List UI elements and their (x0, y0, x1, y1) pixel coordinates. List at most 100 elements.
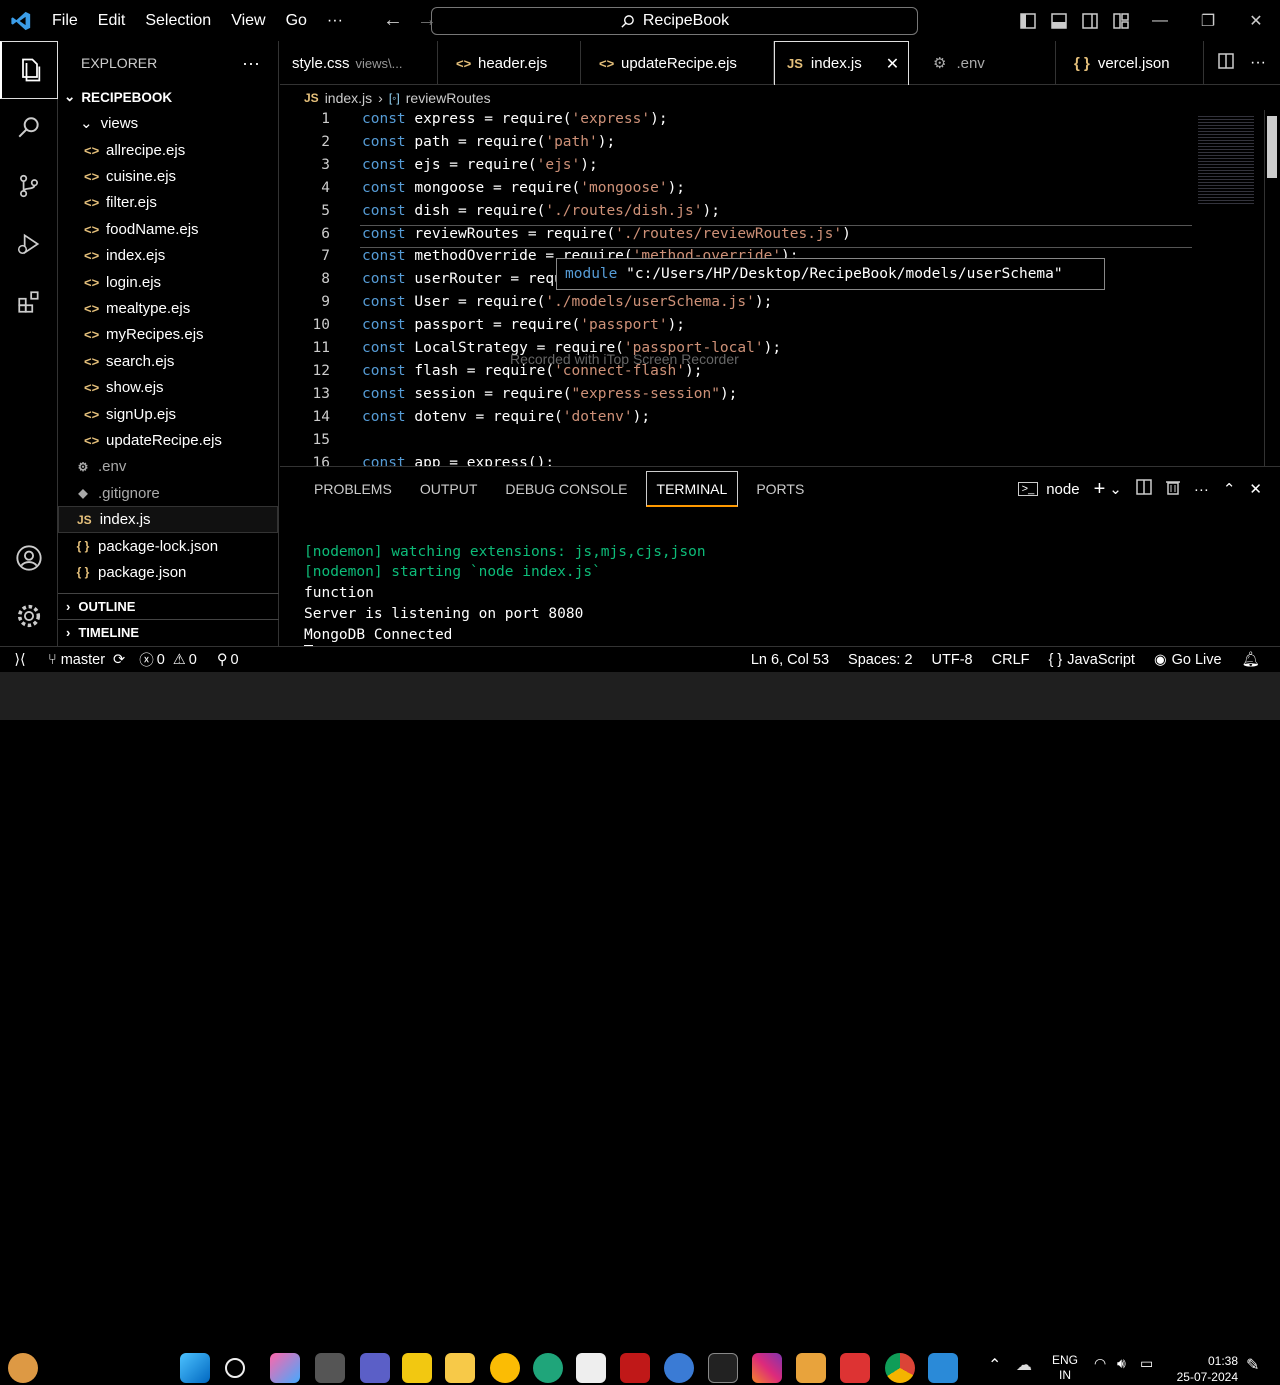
cursor-position[interactable]: Ln 6, Col 53 (751, 652, 829, 668)
file-item[interactable]: { } package-lock.json (58, 533, 278, 559)
gear-icon[interactable] (0, 587, 58, 645)
language-mode[interactable]: JavaScript (1067, 652, 1135, 668)
line-ending[interactable]: CRLF (992, 652, 1030, 668)
app-icon[interactable] (796, 1353, 826, 1383)
customize-layout-icon[interactable] (1105, 0, 1136, 41)
onedrive-icon[interactable]: ☁ (1016, 1355, 1032, 1375)
menu-view[interactable]: View (221, 12, 275, 30)
back-arrow-icon[interactable]: ← (383, 9, 403, 32)
store-icon[interactable] (576, 1353, 606, 1383)
file-item[interactable]: { } package.json (58, 559, 278, 585)
app-icon[interactable] (708, 1353, 738, 1383)
copilot-icon[interactable] (270, 1353, 300, 1383)
file-item[interactable]: JS index.js (58, 506, 278, 533)
terminal-shell-label[interactable]: node (1046, 481, 1079, 498)
file-item[interactable]: <> show.ejs (58, 375, 278, 401)
timeline-section[interactable]: › TIMELINE (58, 619, 279, 645)
minimap[interactable] (1198, 114, 1254, 204)
explorer-icon[interactable] (0, 41, 58, 99)
file-item[interactable]: <> signUp.ejs (58, 401, 278, 427)
file-item[interactable]: <> allrecipe.ejs (58, 137, 278, 163)
indentation[interactable]: Spaces: 2 (848, 652, 913, 668)
editor-scrollbar[interactable] (1264, 110, 1278, 466)
menu-file[interactable]: File (42, 12, 88, 30)
folder-views[interactable]: ⌄ views (58, 109, 278, 137)
go-live-button[interactable]: Go Live (1172, 652, 1222, 668)
chevron-down-icon[interactable]: ⌄ (1109, 480, 1122, 498)
error-count[interactable]: 0 (157, 652, 165, 668)
close-panel-icon[interactable]: ✕ (1249, 480, 1262, 498)
new-terminal-icon[interactable]: + (1094, 478, 1106, 501)
tab-header-ejs[interactable]: <> header.ejs (438, 41, 581, 85)
split-editor-icon[interactable] (1218, 53, 1234, 73)
file-item[interactable]: ⚙ .env (58, 454, 278, 480)
outline-section[interactable]: › OUTLINE (58, 593, 279, 619)
branch-name[interactable]: master (61, 652, 105, 668)
task-view-icon[interactable] (315, 1353, 345, 1383)
close-icon[interactable]: ✕ (886, 54, 899, 74)
more-actions-icon[interactable]: ··· (1194, 481, 1209, 498)
file-item[interactable]: <> login.ejs (58, 269, 278, 295)
tab-vercel-json[interactable]: { } vercel.json (1056, 41, 1204, 85)
close-window-button[interactable]: ✕ (1232, 0, 1280, 41)
battery-icon[interactable]: ▭ (1140, 1355, 1153, 1372)
file-item[interactable]: <> foodName.ejs (58, 216, 278, 242)
vscode-taskbar-icon[interactable] (928, 1353, 958, 1383)
explorer-more-button[interactable]: ··· (242, 53, 260, 74)
tab-index-js[interactable]: JS index.js ✕ (774, 41, 909, 85)
ports-count[interactable]: 0 (230, 652, 238, 668)
command-center-search[interactable]: RecipeBook (431, 7, 918, 35)
weather-widget-icon[interactable] (8, 1353, 38, 1383)
tab-debug-console[interactable]: DEBUG CONSOLE (495, 467, 637, 511)
tab-style-css[interactable]: style.css views\... (280, 41, 438, 85)
chevron-up-icon[interactable]: ⌃ (988, 1355, 1001, 1375)
notes-icon[interactable] (402, 1353, 432, 1383)
chrome-canary-icon[interactable] (490, 1353, 520, 1383)
remote-icon[interactable]: ⟩⟨ (0, 652, 40, 668)
chrome-icon[interactable] (885, 1353, 915, 1383)
file-item[interactable]: <> cuisine.ejs (58, 163, 278, 189)
workspace-root[interactable]: ⌄ RECIPEBOOK (58, 85, 278, 109)
restore-button[interactable]: ❐ (1184, 0, 1232, 41)
file-explorer-icon[interactable] (445, 1353, 475, 1383)
maximize-panel-icon[interactable]: ⌃ (1223, 480, 1236, 498)
search-icon[interactable] (0, 99, 58, 157)
file-item[interactable]: ◆ .gitignore (58, 480, 278, 506)
menu-go[interactable]: Go (276, 12, 317, 30)
clock[interactable]: 01:38 25-07-2024 (1170, 1353, 1238, 1385)
tab-terminal[interactable]: TERMINAL (645, 471, 739, 507)
sync-icon[interactable]: ⟳ (113, 652, 125, 668)
instagram-icon[interactable] (752, 1353, 782, 1383)
tab-ports[interactable]: PORTS (746, 467, 814, 511)
start-button-icon[interactable] (180, 1353, 210, 1383)
tab-problems[interactable]: PROBLEMS (304, 467, 402, 511)
file-item[interactable]: <> search.ejs (58, 348, 278, 374)
menu-selection[interactable]: Selection (135, 12, 221, 30)
file-item[interactable]: <> index.ejs (58, 243, 278, 269)
screen-recorder-icon[interactable] (840, 1353, 870, 1383)
file-item[interactable]: <> updateRecipe.ejs (58, 427, 278, 453)
minimize-button[interactable]: — (1136, 0, 1184, 41)
tab-env[interactable]: ⚙ .env (909, 41, 1056, 85)
tab-output[interactable]: OUTPUT (410, 467, 488, 511)
app-icon[interactable] (664, 1353, 694, 1383)
warning-count[interactable]: 0 (189, 652, 197, 668)
menu-more[interactable]: ··· (317, 12, 353, 30)
more-actions-icon[interactable]: ··· (1250, 54, 1266, 72)
mcafee-icon[interactable] (620, 1353, 650, 1383)
notification-icon[interactable]: ✎ (1246, 1355, 1259, 1375)
menu-edit[interactable]: Edit (88, 12, 136, 30)
file-item[interactable]: <> myRecipes.ejs (58, 322, 278, 348)
tab-updaterecipe-ejs[interactable]: <> updateRecipe.ejs (581, 41, 774, 85)
file-item[interactable]: <> filter.ejs (58, 190, 278, 216)
trash-icon[interactable] (1165, 479, 1180, 499)
language-indicator[interactable]: ENG IN (1052, 1353, 1078, 1383)
volume-icon[interactable]: 🔊︎ (1117, 1355, 1126, 1372)
breadcrumb-file[interactable]: index.js (325, 90, 372, 106)
run-debug-icon[interactable] (0, 215, 58, 273)
toggle-sidebar-icon[interactable] (1012, 0, 1043, 41)
bell-icon[interactable]: 🔔︎ (1242, 651, 1260, 668)
teams-icon[interactable] (360, 1353, 390, 1383)
search-icon[interactable] (225, 1358, 245, 1378)
source-control-icon[interactable] (0, 157, 58, 215)
